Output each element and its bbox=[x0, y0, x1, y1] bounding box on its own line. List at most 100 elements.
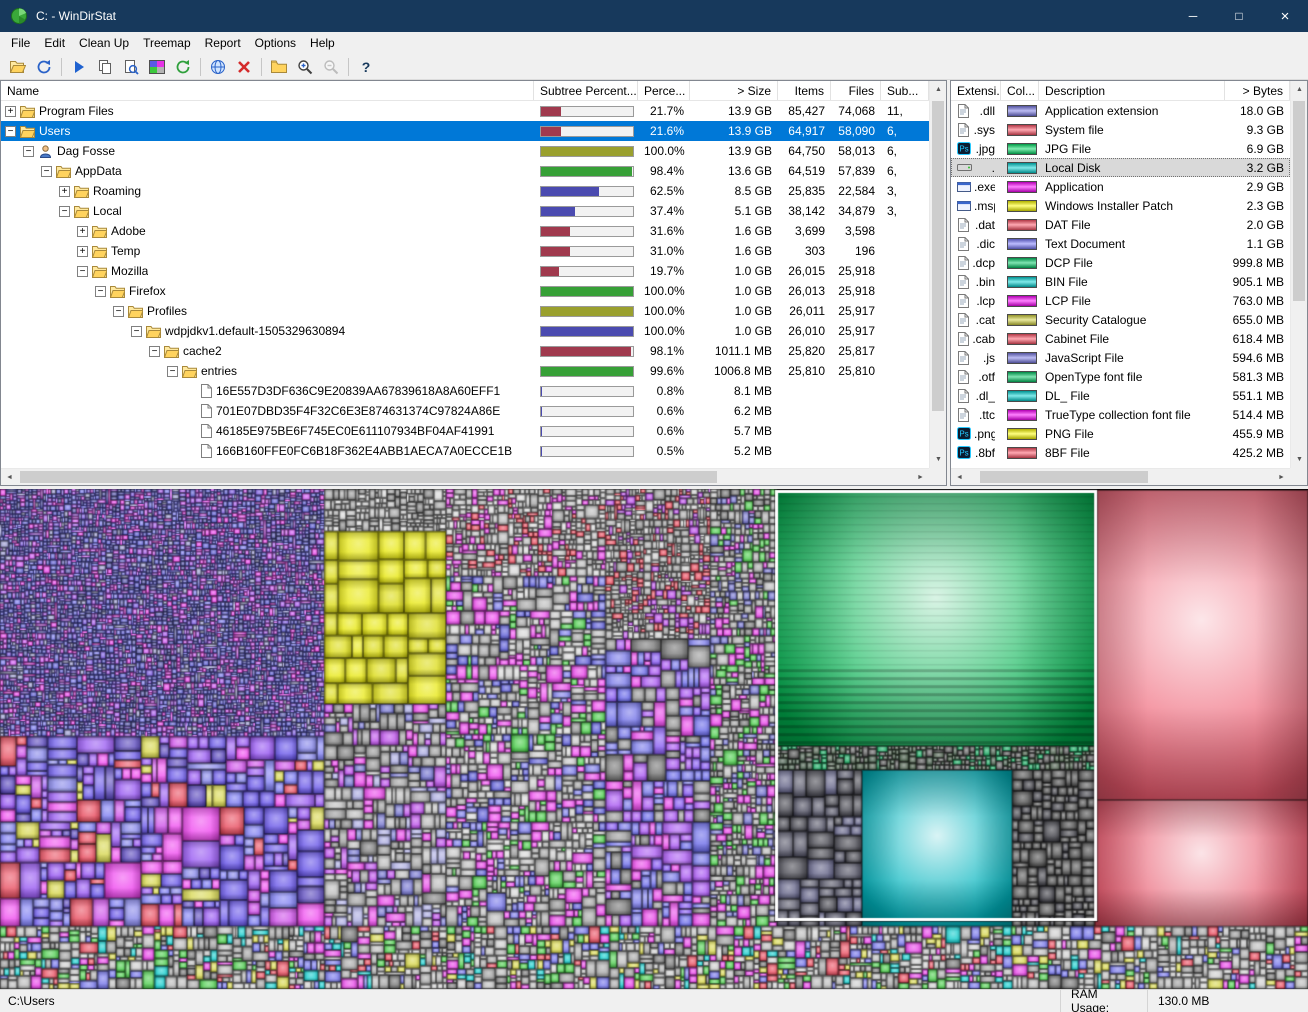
reload-selected-button[interactable] bbox=[170, 55, 196, 78]
explorer-here-button[interactable] bbox=[266, 55, 292, 78]
collapse-icon[interactable]: − bbox=[95, 286, 106, 297]
tree-column-name[interactable]: Name bbox=[1, 81, 534, 100]
tree-row[interactable]: −Local37.4%5.1 GB38,14234,8793, bbox=[1, 201, 929, 221]
close-button[interactable]: × bbox=[1262, 0, 1308, 32]
extension-row[interactable]: .dcpDCP File999.8 MB bbox=[951, 253, 1290, 272]
extension-row[interactable]: .datDAT File2.0 GB bbox=[951, 215, 1290, 234]
copy-button[interactable] bbox=[92, 55, 118, 78]
treemap-canvas[interactable] bbox=[0, 489, 1308, 989]
tree-vertical-scrollbar[interactable]: ▲ ▼ bbox=[929, 81, 946, 468]
tree-row[interactable]: 46185E975BE6F745EC0E611107934BF04AF41991… bbox=[1, 421, 929, 441]
maximize-button[interactable]: □ bbox=[1216, 0, 1262, 32]
minimize-button[interactable]: ─ bbox=[1170, 0, 1216, 32]
collapse-icon[interactable]: − bbox=[23, 146, 34, 157]
expand-icon[interactable]: + bbox=[77, 246, 88, 257]
scrollbar-track[interactable] bbox=[18, 469, 912, 485]
collapse-icon[interactable]: − bbox=[41, 166, 52, 177]
preview-button[interactable] bbox=[118, 55, 144, 78]
extension-row[interactable]: Ps.8bf8BF File425.2 MB bbox=[951, 443, 1290, 462]
tree-row[interactable]: 16E557D3DF636C9E20839AA67839618A8A60EFF1… bbox=[1, 381, 929, 401]
tree-column-sub[interactable]: Sub... bbox=[881, 81, 929, 100]
menu-help[interactable]: Help bbox=[303, 33, 342, 53]
scroll-down-icon[interactable]: ▼ bbox=[930, 451, 947, 468]
extension-row[interactable]: .sysSystem file9.3 GB bbox=[951, 120, 1290, 139]
scroll-right-icon[interactable]: ► bbox=[1273, 469, 1290, 486]
scrollbar-thumb[interactable] bbox=[1293, 101, 1305, 301]
ext-column-extensi[interactable]: Extensi... bbox=[951, 81, 1001, 100]
tree-column-files[interactable]: Files bbox=[831, 81, 881, 100]
menu-options[interactable]: Options bbox=[248, 33, 303, 53]
scroll-down-icon[interactable]: ▼ bbox=[1291, 451, 1308, 468]
extension-row[interactable]: .mspWindows Installer Patch2.3 GB bbox=[951, 196, 1290, 215]
expand-icon[interactable]: + bbox=[77, 226, 88, 237]
tree-row[interactable]: −Profiles100.0%1.0 GB26,01125,917 bbox=[1, 301, 929, 321]
tree-row[interactable]: −cache298.1%1011.1 MB25,82025,817 bbox=[1, 341, 929, 361]
tree-row[interactable]: +Adobe31.6%1.6 GB3,6993,598 bbox=[1, 221, 929, 241]
extension-row[interactable]: .cabCabinet File618.4 MB bbox=[951, 329, 1290, 348]
zoom-in-button[interactable] bbox=[292, 55, 318, 78]
open-button[interactable] bbox=[5, 55, 31, 78]
zoom-out-button[interactable] bbox=[318, 55, 344, 78]
extension-row[interactable]: .dllApplication extension18.0 GB bbox=[951, 101, 1290, 120]
scroll-right-icon[interactable]: ► bbox=[912, 469, 929, 486]
expand-icon[interactable]: + bbox=[59, 186, 70, 197]
scroll-left-icon[interactable]: ◄ bbox=[951, 469, 968, 486]
menu-clean-up[interactable]: Clean Up bbox=[72, 33, 136, 53]
tree-column-subtree-percent[interactable]: Subtree Percent... bbox=[534, 81, 638, 100]
delete-button[interactable] bbox=[231, 55, 257, 78]
collapse-icon[interactable]: − bbox=[77, 266, 88, 277]
collapse-icon[interactable]: − bbox=[167, 366, 178, 377]
extension-vertical-scrollbar[interactable]: ▲ ▼ bbox=[1290, 81, 1307, 468]
tree-row[interactable]: −Firefox100.0%1.0 GB26,01325,918 bbox=[1, 281, 929, 301]
menu-file[interactable]: File bbox=[4, 33, 37, 53]
menu-edit[interactable]: Edit bbox=[37, 33, 72, 53]
expand-icon[interactable]: + bbox=[5, 106, 16, 117]
tree-row[interactable]: −Users21.6%13.9 GB64,91758,0906, bbox=[1, 121, 929, 141]
tree-row[interactable]: −Mozilla19.7%1.0 GB26,01525,918 bbox=[1, 261, 929, 281]
extension-row[interactable]: Ps.jpgJPG File6.9 GB bbox=[951, 139, 1290, 158]
extension-row[interactable]: .Local Disk3.2 GB bbox=[951, 158, 1290, 177]
extension-row[interactable]: .dl_DL_ File551.1 MB bbox=[951, 386, 1290, 405]
scrollbar-thumb[interactable] bbox=[20, 471, 717, 483]
extension-row[interactable]: .otfOpenType font file581.3 MB bbox=[951, 367, 1290, 386]
tree-row[interactable]: −Dag Fosse100.0%13.9 GB64,75058,0136, bbox=[1, 141, 929, 161]
ext-column-description[interactable]: Description bbox=[1039, 81, 1225, 100]
tree-row[interactable]: +Temp31.0%1.6 GB303196 bbox=[1, 241, 929, 261]
extension-row[interactable]: .lcpLCP File763.0 MB bbox=[951, 291, 1290, 310]
update-check-button[interactable] bbox=[205, 55, 231, 78]
tree-row[interactable]: −entries99.6%1006.8 MB25,81025,810 bbox=[1, 361, 929, 381]
menu-treemap[interactable]: Treemap bbox=[136, 33, 198, 53]
collapse-icon[interactable]: − bbox=[59, 206, 70, 217]
scrollbar-thumb[interactable] bbox=[980, 471, 1148, 483]
extension-row[interactable]: Ps.pngPNG File455.9 MB bbox=[951, 424, 1290, 443]
scroll-up-icon[interactable]: ▲ bbox=[1291, 81, 1308, 98]
collapse-icon[interactable]: − bbox=[5, 126, 16, 137]
tree-row[interactable]: +Roaming62.5%8.5 GB25,83522,5843, bbox=[1, 181, 929, 201]
ext-column-col[interactable]: Col... bbox=[1001, 81, 1039, 100]
tree-column-items[interactable]: Items bbox=[778, 81, 831, 100]
extension-row[interactable]: .binBIN File905.1 MB bbox=[951, 272, 1290, 291]
tree-row[interactable]: 166B160FFE0FC6B18F362E4ABB1AECA7A0ECCE1B… bbox=[1, 441, 929, 461]
tree-row[interactable]: −AppData98.4%13.6 GB64,51957,8396, bbox=[1, 161, 929, 181]
tree-horizontal-scrollbar[interactable]: ◄ ► bbox=[1, 468, 929, 485]
scrollbar-thumb[interactable] bbox=[932, 101, 944, 411]
extension-row[interactable]: .ttcTrueType collection font file514.4 M… bbox=[951, 405, 1290, 424]
refresh-all-button[interactable] bbox=[31, 55, 57, 78]
tree-row[interactable]: +Program Files21.7%13.9 GB85,42774,06811… bbox=[1, 101, 929, 121]
run-button[interactable] bbox=[66, 55, 92, 78]
collapse-icon[interactable]: − bbox=[149, 346, 160, 357]
scroll-left-icon[interactable]: ◄ bbox=[1, 469, 18, 486]
tree-row[interactable]: 701E07DBD35F4F32C6E3E874631374C97824A86E… bbox=[1, 401, 929, 421]
scrollbar-track[interactable] bbox=[968, 469, 1273, 485]
collapse-icon[interactable]: − bbox=[131, 326, 142, 337]
treemap-view-button[interactable] bbox=[144, 55, 170, 78]
tree-column-perce[interactable]: Perce... bbox=[638, 81, 690, 100]
extension-row[interactable]: .dicText Document1.1 GB bbox=[951, 234, 1290, 253]
extension-row[interactable]: .catSecurity Catalogue655.0 MB bbox=[951, 310, 1290, 329]
extension-row[interactable]: .exeApplication2.9 GB bbox=[951, 177, 1290, 196]
help-button[interactable]: ? bbox=[353, 55, 379, 78]
extension-row[interactable]: .jsJavaScript File594.6 MB bbox=[951, 348, 1290, 367]
menu-report[interactable]: Report bbox=[198, 33, 248, 53]
tree-column-size[interactable]: > Size bbox=[690, 81, 778, 100]
ext-column-bytes[interactable]: > Bytes bbox=[1225, 81, 1290, 100]
